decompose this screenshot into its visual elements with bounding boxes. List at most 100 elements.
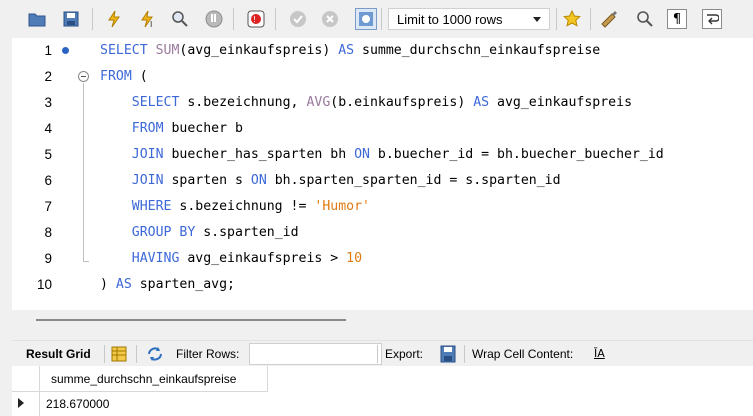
code-text: GROUP BY s.sparten_id	[100, 220, 299, 246]
column-header[interactable]: summe_durchschn_einkaufspreise	[40, 366, 268, 392]
invisible-chars-icon[interactable]: ¶	[667, 9, 687, 29]
line-number: 9	[44, 251, 52, 266]
toolbar-separator	[92, 8, 93, 30]
code-text: WHERE s.bezeichnung != 'Humor'	[100, 194, 370, 220]
fold-guide	[83, 83, 84, 261]
result-grid: summe_durchschn_einkaufspreise 218.67000…	[12, 366, 753, 416]
filter-rows-label: Filter Rows:	[176, 347, 240, 361]
code-text: ) AS sparten_avg;	[100, 272, 235, 298]
autocommit-icon[interactable]	[355, 8, 377, 30]
sql-function: SUM	[155, 43, 180, 58]
commit-icon[interactable]	[287, 8, 309, 30]
explain-icon[interactable]	[169, 8, 191, 30]
code-line[interactable]: 7 WHERE s.bezeichnung != 'Humor'	[12, 194, 753, 220]
wrap-icon[interactable]	[702, 9, 722, 29]
wrap-cell-icon[interactable]: ĪA	[594, 347, 605, 360]
code-line[interactable]: 9 HAVING avg_einkaufspreis > 10	[12, 246, 753, 272]
line-number: 4	[44, 121, 52, 136]
sql-editor[interactable]: 1 SELECT SUM(avg_einkaufspreis) AS summe_…	[12, 38, 753, 310]
current-row-marker-icon	[12, 392, 40, 416]
sql-keyword: ON	[250, 173, 267, 188]
toolbar-separator	[104, 345, 105, 363]
sql-text: avg_einkaufspreis	[489, 95, 633, 110]
sql-keyword: JOIN	[131, 147, 164, 162]
code-text: SELECT SUM(avg_einkaufspreis) AS summe_d…	[100, 38, 600, 64]
svg-text:!: !	[253, 15, 256, 24]
sql-text: (avg_einkaufspreis)	[179, 43, 339, 58]
execute-icon[interactable]	[103, 8, 125, 30]
code-line[interactable]: 4 FROM buecher b	[12, 116, 753, 142]
sql-text: buecher b	[163, 121, 243, 136]
open-folder-icon[interactable]	[26, 8, 48, 30]
sql-function: AVG	[306, 95, 331, 110]
code-text: JOIN sparten s ON bh.sparten_sparten_id …	[100, 168, 561, 194]
code-line[interactable]: 8 GROUP BY s.sparten_id	[12, 220, 753, 246]
rollback-icon[interactable]	[319, 8, 341, 30]
export-icon[interactable]	[440, 345, 456, 366]
sql-text: sparten_avg;	[131, 277, 235, 292]
editor-horizontal-scrollbar[interactable]	[36, 319, 346, 321]
sql-keyword: AS	[473, 95, 490, 110]
filter-rows-input[interactable]	[249, 343, 382, 365]
code-line[interactable]: 1 SELECT SUM(avg_einkaufspreis) AS summe_…	[12, 38, 753, 64]
toolbar-separator	[377, 345, 378, 363]
stop-icon[interactable]	[203, 8, 225, 30]
sql-editor-toolbar: I ! Limit to 1000 rows ¶	[0, 0, 753, 38]
execute-current-icon[interactable]: I	[137, 8, 159, 30]
sql-keyword: HAVING	[131, 251, 180, 266]
grid-cell[interactable]: 218.670000	[46, 392, 109, 416]
find-icon[interactable]	[634, 8, 656, 30]
sql-keyword: AS	[338, 43, 355, 58]
code-line[interactable]: 5 JOIN buecher_has_sparten bh ON b.buech…	[12, 142, 753, 168]
sql-keyword: FROM	[100, 69, 132, 84]
toggle-continue-icon[interactable]: !	[245, 8, 267, 30]
result-toolbar: Result Grid Filter Rows: Export: Wrap Ce…	[12, 340, 753, 366]
toolbar-separator	[556, 8, 557, 30]
sql-text: bh.sparten_sparten_id = s.sparten_id	[266, 173, 561, 188]
svg-text:I: I	[150, 20, 152, 28]
save-icon[interactable]	[60, 8, 82, 30]
bookmark-star-icon[interactable]	[561, 8, 583, 30]
sql-text: sparten s	[163, 173, 251, 188]
sql-keyword: AS	[115, 277, 132, 292]
code-text: FROM buecher b	[100, 116, 243, 142]
code-line[interactable]: 2 FROM (	[12, 64, 753, 90]
line-number: 1	[44, 43, 52, 58]
code-text: FROM (	[100, 64, 148, 90]
sql-text: b.buecher_id = bh.buecher_buecher_id	[369, 147, 664, 162]
sql-text: (	[131, 69, 148, 84]
toolbar-separator	[233, 8, 234, 30]
code-text: HAVING avg_einkaufspreis > 10	[100, 246, 362, 272]
line-number: 6	[44, 173, 52, 188]
sql-keyword: FROM	[131, 121, 164, 136]
code-text: JOIN buecher_has_sparten bh ON b.buecher…	[100, 142, 664, 168]
code-line[interactable]: 3 SELECT s.bezeichnung, AVG(b.einkaufspr…	[12, 90, 753, 116]
limit-rows-label: Limit to 1000 rows	[397, 11, 503, 27]
sql-text: buecher_has_sparten bh	[163, 147, 355, 162]
export-label: Export:	[385, 347, 424, 361]
sql-keyword: GROUP BY	[131, 225, 196, 240]
result-grid-tab[interactable]: Result Grid	[26, 347, 91, 361]
fold-toggle-icon[interactable]	[78, 71, 89, 82]
code-line[interactable]: 10 ) AS sparten_avg;	[12, 272, 753, 298]
sql-literal: 'Humor'	[314, 199, 370, 214]
code-line[interactable]: 6 JOIN sparten s ON bh.sparten_sparten_i…	[12, 168, 753, 194]
sql-keyword: JOIN	[131, 173, 164, 188]
toolbar-separator	[136, 345, 137, 363]
refresh-icon[interactable]	[146, 346, 164, 365]
grid-view-icon[interactable]	[111, 346, 127, 365]
beautify-icon[interactable]	[598, 8, 620, 30]
wrap-cell-content-label: Wrap Cell Content:	[472, 347, 574, 361]
line-number: 10	[36, 277, 52, 292]
sql-keyword: SELECT	[100, 43, 156, 58]
sql-keyword: WHERE	[131, 199, 172, 214]
sql-text: avg_einkaufspreis >	[179, 251, 347, 266]
grid-corner	[12, 366, 40, 392]
limit-rows-select[interactable]: Limit to 1000 rows	[388, 8, 550, 30]
